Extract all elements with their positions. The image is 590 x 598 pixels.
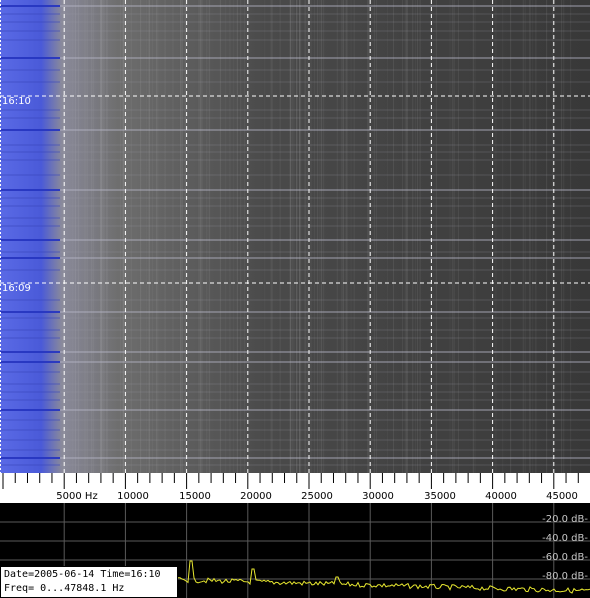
freq-tick-label-25000: 25000 [301, 491, 333, 502]
db-label-minus-20: -20.0 dB- [542, 514, 588, 525]
time-label-1609: 16:09 [2, 283, 31, 294]
db-label-minus-60: -60.0 dB- [542, 552, 588, 563]
date-time-readout: Date=2005-06-14 Time=16:10 [4, 569, 161, 580]
db-label-minus-40: -40.0 dB- [542, 533, 588, 544]
spectrum-lab-window: 16:10 16:09 5000 Hz 10000 15000 20000 25… [0, 0, 590, 598]
freq-tick-label-10000: 10000 [117, 491, 149, 502]
frequency-axis: 5000 Hz 10000 15000 20000 25000 30000 35… [0, 473, 590, 503]
freq-tick-label-30000: 30000 [362, 491, 394, 502]
frequency-range-readout: Freq= 0...47848.1 Hz [4, 583, 125, 594]
freq-tick-label-45000: 45000 [546, 491, 578, 502]
info-readout: Date=2005-06-14 Time=16:10 Freq= 0...478… [0, 566, 178, 598]
time-label-1610: 16:10 [2, 96, 31, 107]
waterfall-background [0, 0, 590, 473]
freq-tick-label-40000: 40000 [485, 491, 517, 502]
freq-tick-label-20000: 20000 [240, 491, 272, 502]
waterfall-display[interactable] [0, 0, 590, 473]
freq-tick-label-35000: 35000 [424, 491, 456, 502]
freq-tick-label-15000: 15000 [179, 491, 211, 502]
db-label-minus-80: -80.0 dB- [542, 571, 588, 582]
freq-tick-label-5000: 5000 Hz [56, 491, 98, 502]
